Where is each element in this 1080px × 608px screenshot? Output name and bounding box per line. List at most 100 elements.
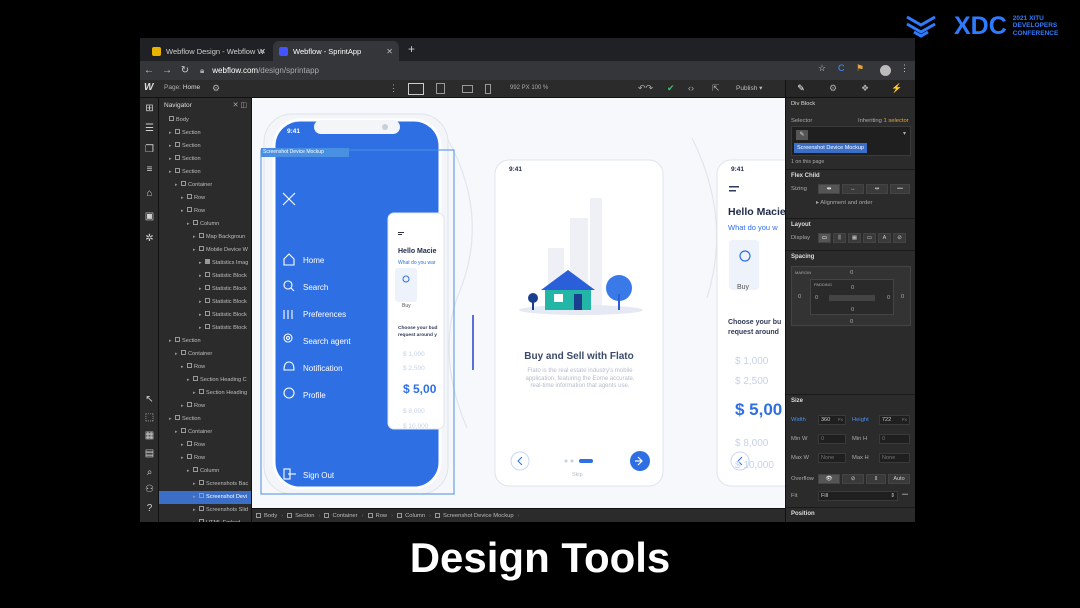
- max-height-input[interactable]: None: [879, 453, 910, 463]
- forward-icon[interactable]: →: [158, 65, 176, 76]
- class-tag[interactable]: Screenshot Device Mockup: [794, 143, 867, 153]
- padding-bottom[interactable]: 0: [851, 307, 854, 313]
- navigator-item[interactable]: ▸ Section: [159, 335, 251, 348]
- navigator-item[interactable]: ▸ Screenshot Devi: [159, 491, 251, 504]
- search-icon[interactable]: ⌕: [144, 467, 155, 478]
- overflow-visible-button[interactable]: 👁︎: [818, 474, 840, 484]
- navigator-item[interactable]: ▸ Section Heading: [159, 387, 251, 400]
- navigator-item[interactable]: ▸ Section: [159, 413, 251, 426]
- navigator-item[interactable]: ▸ Row: [159, 439, 251, 452]
- display-grid-button[interactable]: ▦: [848, 233, 861, 243]
- height-input[interactable]: 722 PX: [879, 415, 910, 425]
- navigator-item[interactable]: ▸ Row: [159, 452, 251, 465]
- price-option[interactable]: $ 5,00: [403, 382, 436, 396]
- mobile-portrait-icon[interactable]: [485, 84, 491, 94]
- size-section[interactable]: Size: [786, 394, 915, 406]
- browser-menu-icon[interactable]: ⋮: [900, 63, 909, 74]
- preview-icon[interactable]: ▤: [144, 448, 155, 459]
- settings-gear-icon[interactable]: ✲: [144, 233, 155, 244]
- fit-more-icon[interactable]: •••: [902, 492, 908, 498]
- overflow-auto-button[interactable]: Auto: [888, 474, 910, 484]
- phone1-menu-item[interactable]: Notification: [303, 364, 343, 373]
- flex-child-section[interactable]: Flex Child: [786, 169, 915, 181]
- min-height-input[interactable]: 0: [879, 434, 910, 444]
- padding-right[interactable]: 0: [887, 295, 890, 301]
- padding-left[interactable]: 0: [815, 295, 818, 301]
- selector-dropdown-icon[interactable]: ▾: [903, 130, 906, 137]
- navigator-item[interactable]: ▸ Screenshots Bac: [159, 478, 251, 491]
- display-inline-button[interactable]: A: [878, 233, 891, 243]
- navigator-item[interactable]: ▸ Row: [159, 192, 251, 205]
- desktop-breakpoint-icon[interactable]: [408, 83, 424, 95]
- navigator-tools[interactable]: ✕ ◫: [233, 101, 247, 109]
- position-section[interactable]: Position: [786, 507, 915, 519]
- price-option[interactable]: $ 10,000: [735, 460, 774, 471]
- browser-tab-webflow-design[interactable]: Webflow Design - Webflow W ✕: [146, 41, 272, 61]
- price-option[interactable]: $ 1,000: [403, 351, 425, 358]
- width-unit[interactable]: PX: [838, 416, 843, 424]
- price-option[interactable]: $ 8,000: [735, 438, 768, 449]
- display-none-button[interactable]: ⊘: [893, 233, 906, 243]
- overflow-hidden-button[interactable]: ⊘: [842, 474, 864, 484]
- navigator-item[interactable]: ▸ Container: [159, 426, 251, 439]
- width-input[interactable]: 360 PX: [818, 415, 846, 425]
- phone1-menu-item[interactable]: Preferences: [303, 310, 346, 319]
- undo-redo-icon[interactable]: ↶↷: [638, 83, 653, 94]
- navigator-item[interactable]: ▸ Section: [159, 127, 251, 140]
- url-field[interactable]: webflow.com/design/sprintapp: [212, 66, 319, 75]
- publish-button[interactable]: Publish ▾: [736, 84, 762, 92]
- navigator-item[interactable]: ▸ Row: [159, 361, 251, 374]
- webflow-logo-icon[interactable]: W: [144, 82, 153, 93]
- navigator-item[interactable]: ▸ Container: [159, 348, 251, 361]
- close-tab-icon[interactable]: ✕: [386, 47, 393, 56]
- interactions-icon[interactable]: ⚡: [882, 83, 912, 94]
- display-block-button[interactable]: ▭: [818, 233, 831, 243]
- phone1-signout[interactable]: Sign Out: [303, 471, 334, 480]
- height-unit[interactable]: PX: [902, 416, 907, 424]
- phone1-menu-item[interactable]: Search agent: [303, 337, 351, 346]
- breadcrumb-item[interactable]: Screenshot Device Mockup ›: [434, 513, 519, 519]
- breadcrumb-item[interactable]: Row ›: [367, 513, 393, 519]
- grid-icon[interactable]: ▦: [144, 430, 155, 441]
- alignment-order-toggle[interactable]: ▸ Alignment and order: [816, 200, 872, 206]
- page-selector[interactable]: Page: Home: [164, 84, 200, 91]
- mobile-landscape-icon[interactable]: [462, 85, 473, 93]
- select-tool-icon[interactable]: ↖: [144, 394, 155, 405]
- navigator-item[interactable]: ▸ Screenshots Slid: [159, 504, 251, 517]
- padding-box[interactable]: PADDING 0 0 0 0: [810, 279, 894, 315]
- help-icon[interactable]: ?: [144, 503, 155, 514]
- new-tab-icon[interactable]: +: [408, 42, 415, 56]
- selector-edit-icon[interactable]: ✎: [796, 130, 808, 140]
- sizing-more-button[interactable]: •••: [890, 184, 910, 194]
- style-manager-icon[interactable]: ❖: [850, 83, 880, 94]
- layout-section[interactable]: Layout: [786, 218, 915, 230]
- padding-top[interactable]: 0: [851, 285, 854, 291]
- design-canvas[interactable]: Screenshot Device Mockup 9:41 Home Search…: [252, 98, 785, 508]
- navigator-item[interactable]: ▸ Statistic Block: [159, 309, 251, 322]
- navigator-item[interactable]: ▸ Container: [159, 179, 251, 192]
- display-flex-button[interactable]: ⫼: [833, 233, 846, 243]
- navigator-item[interactable]: ▸ Statistic Block: [159, 270, 251, 283]
- price-option[interactable]: $ 8,000: [403, 408, 425, 415]
- navigator-item[interactable]: ▸ Section: [159, 153, 251, 166]
- extension-icon[interactable]: C: [838, 63, 845, 73]
- sizing-shrink-button[interactable]: ⇼: [818, 184, 840, 194]
- breadcrumb-item[interactable]: Section ›: [287, 513, 320, 519]
- overflow-scroll-button[interactable]: ⇕: [866, 474, 886, 484]
- margin-left[interactable]: 0: [798, 294, 801, 300]
- price-option[interactable]: $ 10,000: [403, 423, 428, 430]
- fit-select[interactable]: Fill ⇕: [818, 491, 898, 501]
- price-option[interactable]: $ 2,500: [403, 365, 425, 372]
- navigator-item[interactable]: ▸ Statistic Block: [159, 322, 251, 335]
- phone1-menu-item[interactable]: Search: [303, 283, 328, 292]
- navigator-item[interactable]: ▸ Mobile Device W: [159, 244, 251, 257]
- margin-bottom[interactable]: 0: [850, 319, 853, 325]
- more-icon[interactable]: ⋮: [389, 83, 398, 94]
- breadcrumb-item[interactable]: Container ›: [324, 513, 364, 519]
- back-icon[interactable]: ←: [140, 65, 158, 76]
- navigator-item[interactable]: ▸ Column: [159, 465, 251, 478]
- style-brush-icon[interactable]: ✎: [786, 83, 816, 94]
- cms-icon[interactable]: ≡: [144, 164, 155, 175]
- profile-avatar[interactable]: [880, 65, 891, 76]
- export-icon[interactable]: ⇱: [712, 83, 720, 94]
